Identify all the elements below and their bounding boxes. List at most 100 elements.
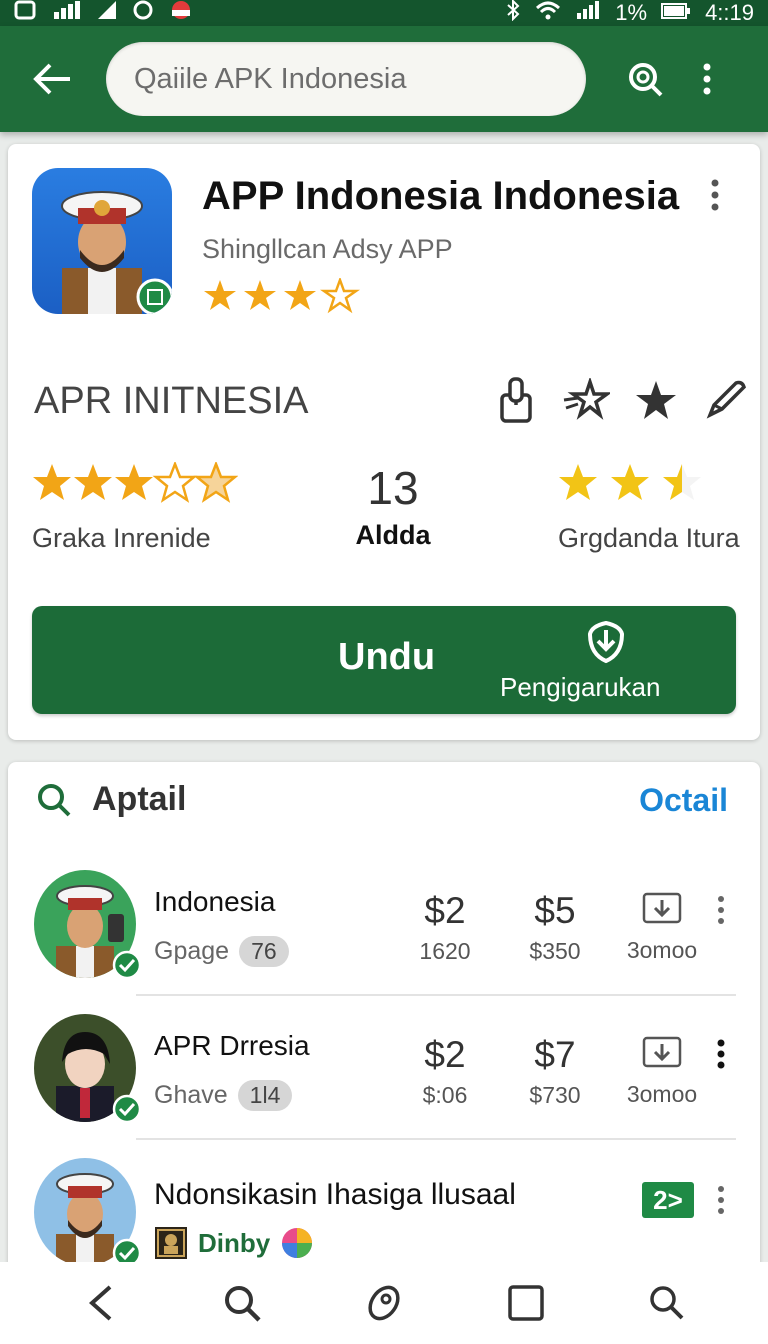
verified-badge-icon xyxy=(136,278,172,314)
stat-label: Grgdanda Itura xyxy=(558,523,740,553)
star-full-icon xyxy=(33,464,71,500)
download-box-icon xyxy=(642,892,682,924)
star-full-icon xyxy=(559,464,597,500)
nav-explore-button[interactable] xyxy=(357,1276,411,1330)
share-button[interactable] xyxy=(492,376,540,424)
favorite-button[interactable] xyxy=(632,376,680,424)
app-title: APP Indonesia Indonesia xyxy=(202,174,680,218)
item-more-button[interactable] xyxy=(716,894,726,931)
star-half-icon xyxy=(663,464,701,500)
item-more-button[interactable] xyxy=(716,1038,726,1075)
overflow-menu-button[interactable] xyxy=(692,54,722,104)
item-meta: Ghave 1l4 xyxy=(154,1080,293,1111)
item-meta-label: Ghave xyxy=(154,1081,228,1109)
app-more-button[interactable] xyxy=(710,178,720,217)
nav-back-button[interactable] xyxy=(74,1276,128,1330)
rating-stars-left xyxy=(33,460,239,503)
share-icon xyxy=(500,377,532,423)
battery-percent: 1% xyxy=(615,0,648,25)
search-icon xyxy=(225,1286,261,1322)
star-icon xyxy=(636,381,676,419)
price-sub: 1620 xyxy=(419,938,471,964)
item-more-button[interactable] xyxy=(716,1184,726,1221)
more-vert-icon xyxy=(717,1039,725,1069)
item-download[interactable]: 3omoo xyxy=(622,892,702,964)
item-name: APR Drresia xyxy=(154,1030,310,1061)
see-all-link[interactable]: Octail xyxy=(639,782,728,819)
list-title: Aptail xyxy=(92,780,187,818)
star-full-icon xyxy=(284,280,316,310)
edit-button[interactable] xyxy=(702,376,750,424)
download-box-icon xyxy=(642,1036,682,1068)
search-input[interactable] xyxy=(134,62,558,96)
stat-label: Aldda xyxy=(355,520,431,550)
item-badge: 76 xyxy=(239,936,289,967)
arrow-left-icon xyxy=(33,63,70,95)
list-item[interactable]: Indonesia Gpage 76 $2 1620 $5 $350 3omoo xyxy=(8,870,760,990)
more-vert-icon xyxy=(703,63,711,95)
compass-icon xyxy=(368,1285,400,1321)
price-sub: $:06 xyxy=(422,1082,468,1108)
battery-icon xyxy=(661,0,691,26)
item-meta-label: Dinby xyxy=(198,1227,271,1258)
star-empty-icon xyxy=(152,460,198,503)
item-tag[interactable]: 2> xyxy=(642,1182,694,1218)
item-price-1: $2 $:06 xyxy=(408,1034,482,1109)
square-icon xyxy=(507,1285,544,1321)
status-bar: 1% 4::19 xyxy=(0,0,768,26)
star-half-icon xyxy=(193,460,239,503)
item-meta-label: Gpage xyxy=(154,937,230,965)
app-rating-stars xyxy=(202,276,362,319)
verified-badge-icon xyxy=(112,1094,142,1124)
signal-icon xyxy=(52,0,82,26)
color-wheel-icon xyxy=(282,1228,313,1258)
star-full-icon xyxy=(74,464,112,500)
bluetooth-icon xyxy=(505,0,521,27)
back-button[interactable] xyxy=(28,55,76,103)
more-vert-icon xyxy=(718,1186,724,1214)
download-count: 3omoo xyxy=(626,937,698,963)
price-value: $2 xyxy=(424,1034,466,1075)
wishlist-button[interactable] xyxy=(562,376,610,424)
search-icon xyxy=(629,63,663,97)
action-buttons xyxy=(492,376,750,424)
status-left-icons xyxy=(14,0,194,26)
list-header: Aptail xyxy=(36,780,186,819)
flag-icon xyxy=(168,0,194,26)
search-button[interactable] xyxy=(620,54,670,104)
price-value: $5 xyxy=(534,890,576,931)
app-bar xyxy=(0,26,768,132)
app-subtitle: Shingllcan Adsy APP xyxy=(202,234,453,264)
sync-icon xyxy=(132,0,154,26)
install-sub-label: Pengigarukan xyxy=(500,672,661,702)
section-name: APR INITNESIA xyxy=(34,380,309,422)
list-item[interactable]: APR Drresia Ghave 1l4 $2 $:06 $7 $730 3o… xyxy=(8,1014,760,1134)
download-shield-icon xyxy=(587,620,625,664)
related-apps-card: Aptail Octail Indonesia Gpage 76 $2 1620… xyxy=(8,762,760,1344)
wifi-icon xyxy=(535,0,561,26)
install-button[interactable]: Undu Pengigarukan xyxy=(32,606,736,714)
divider xyxy=(136,994,736,996)
price-value: $7 xyxy=(534,1034,576,1075)
nav-search-button[interactable] xyxy=(215,1276,269,1330)
developer-logo-icon xyxy=(155,1227,187,1259)
install-label: Undu xyxy=(338,636,436,678)
verified-badge-icon xyxy=(112,950,142,980)
pen-icon xyxy=(706,380,747,419)
list-item[interactable]: Ndonsikasin Ihasiga llusaal Dinby 2> xyxy=(8,1158,760,1268)
more-vert-icon xyxy=(711,179,719,211)
nav-recents-button[interactable] xyxy=(499,1276,553,1330)
nav-search-2-button[interactable] xyxy=(640,1276,694,1330)
chevron-left-icon xyxy=(88,1285,112,1321)
download-count: 3omoo xyxy=(626,1081,698,1107)
app-detail-card: APP Indonesia Indonesia Shingllcan Adsy … xyxy=(8,144,760,740)
star-full-icon xyxy=(244,280,276,310)
item-name: Indonesia xyxy=(154,886,276,917)
star-full-icon xyxy=(204,280,236,310)
stat-rating-right: Grgdanda Itura xyxy=(558,462,740,554)
item-download[interactable]: 3omoo xyxy=(622,1036,702,1108)
search-bar[interactable] xyxy=(106,42,586,116)
item-badge: 1l4 xyxy=(237,1080,293,1111)
star-full-icon xyxy=(115,464,153,500)
star-empty-icon xyxy=(320,276,360,314)
